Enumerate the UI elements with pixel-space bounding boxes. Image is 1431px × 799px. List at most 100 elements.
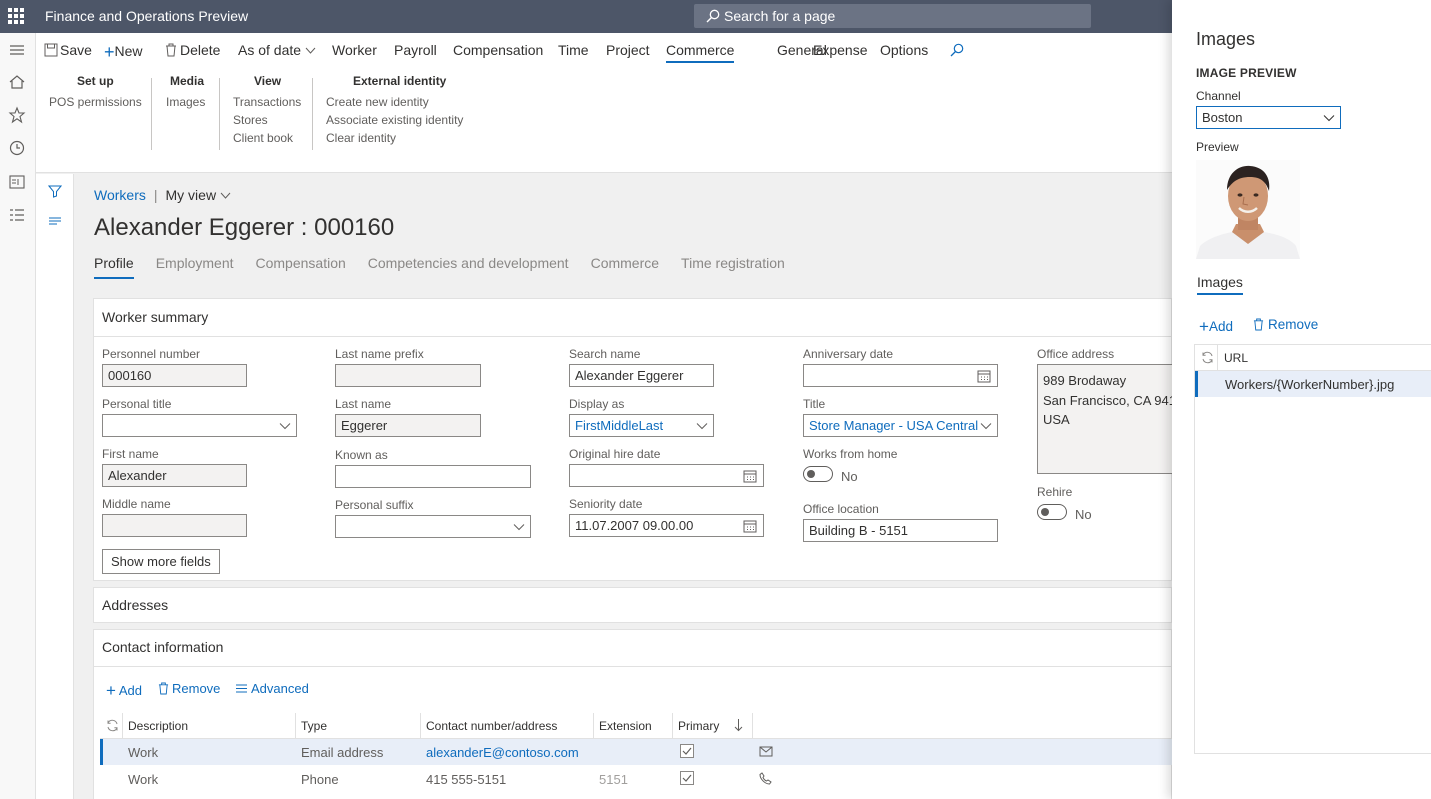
contact-remove-button[interactable]: Remove	[158, 681, 220, 696]
phone-icon[interactable]	[759, 772, 772, 785]
list-lines-icon[interactable]	[48, 214, 62, 228]
personnel-number-field[interactable]: 000160	[102, 364, 247, 387]
display-as-label: Display as	[569, 397, 625, 411]
works-from-home-toggle[interactable]	[803, 466, 833, 482]
star-favorites-icon[interactable]	[8, 106, 26, 124]
worker-summary-title[interactable]: Worker summary	[102, 309, 208, 325]
create-new-identity-link[interactable]: Create new identity	[326, 95, 429, 109]
row-contact-link[interactable]: alexanderE@contoso.com	[426, 745, 579, 760]
transactions-link[interactable]: Transactions	[233, 95, 301, 109]
column-header-type[interactable]: Type	[301, 719, 327, 733]
tab-compensation[interactable]: Compensation	[256, 255, 346, 277]
primary-checkbox[interactable]	[680, 744, 694, 758]
middle-name-field[interactable]	[102, 514, 247, 537]
table-row[interactable]: Work Phone 415 555-5151 5151	[100, 766, 1173, 792]
contact-information-title[interactable]: Contact information	[102, 639, 223, 655]
my-view-dropdown[interactable]: My view	[166, 187, 231, 203]
client-book-link[interactable]: Client book	[233, 131, 293, 145]
clock-recent-icon[interactable]	[8, 139, 26, 157]
action-tab-worker[interactable]: Worker	[332, 42, 377, 58]
refresh-icon[interactable]	[106, 719, 119, 732]
title-label: Title	[803, 397, 826, 411]
column-separator	[1217, 345, 1218, 371]
calendar-icon[interactable]	[743, 469, 757, 483]
tab-time-registration[interactable]: Time registration	[681, 255, 785, 277]
sort-descending-icon[interactable]	[734, 718, 743, 732]
column-header-contact[interactable]: Contact number/address	[426, 719, 557, 733]
chevron-down-icon	[220, 192, 231, 199]
personal-suffix-select[interactable]	[335, 515, 531, 538]
as-of-date-dropdown[interactable]: As of date	[238, 42, 316, 58]
tab-competencies[interactable]: Competencies and development	[368, 255, 569, 277]
seniority-date-value: 11.07.2007 09.00.00	[575, 518, 694, 533]
calendar-icon[interactable]	[743, 519, 757, 533]
addresses-title[interactable]: Addresses	[102, 597, 168, 613]
images-tab[interactable]: Images	[1197, 274, 1243, 295]
show-more-fields-button[interactable]: Show more fields	[102, 549, 220, 574]
search-icon[interactable]	[950, 43, 964, 57]
workspaces-icon[interactable]	[8, 173, 26, 191]
column-separator	[593, 713, 594, 739]
action-tab-options[interactable]: Options	[880, 42, 928, 58]
table-row[interactable]: Work Email address alexanderE@contoso.co…	[100, 739, 1173, 765]
seniority-date-field[interactable]: 11.07.2007 09.00.00	[569, 514, 764, 537]
clear-identity-link[interactable]: Clear identity	[326, 131, 396, 145]
last-name-field[interactable]: Eggerer	[335, 414, 481, 437]
tab-commerce[interactable]: Commerce	[591, 255, 659, 277]
image-url-row[interactable]: Workers/{WorkerNumber}.jpg	[1195, 371, 1431, 397]
breadcrumb-workers-link[interactable]: Workers	[94, 187, 146, 203]
display-as-select[interactable]: FirstMiddleLast	[569, 414, 714, 437]
image-remove-button[interactable]: Remove	[1253, 317, 1318, 332]
column-header-description[interactable]: Description	[128, 719, 188, 733]
tab-profile[interactable]: Profile	[94, 255, 134, 279]
title-select[interactable]: Store Manager - USA Central	[803, 414, 998, 437]
last-name-prefix-field[interactable]	[335, 364, 481, 387]
modules-list-icon[interactable]	[8, 206, 26, 224]
column-header-primary[interactable]: Primary	[678, 719, 719, 733]
contact-information-card: Contact information + Add Remove Advance…	[93, 629, 1173, 799]
save-button[interactable]: Save	[44, 42, 92, 58]
action-tab-payroll[interactable]: Payroll	[394, 42, 437, 58]
rehire-toggle[interactable]	[1037, 504, 1067, 520]
pos-permissions-link[interactable]: POS permissions	[49, 95, 142, 109]
images-link[interactable]: Images	[166, 95, 205, 109]
home-icon[interactable]	[8, 73, 26, 91]
search-name-field[interactable]: Alexander Eggerer	[569, 364, 714, 387]
stores-link[interactable]: Stores	[233, 113, 268, 127]
primary-checkbox[interactable]	[680, 771, 694, 785]
action-tab-time[interactable]: Time	[558, 42, 589, 58]
known-as-field[interactable]	[335, 465, 531, 488]
action-tab-commerce[interactable]: Commerce	[666, 42, 735, 63]
worker-photo-preview	[1196, 160, 1300, 259]
new-button[interactable]: +New	[104, 42, 143, 63]
channel-select[interactable]: Boston	[1196, 106, 1341, 129]
app-title[interactable]: Finance and Operations Preview	[45, 8, 248, 24]
calendar-icon[interactable]	[977, 369, 991, 383]
title-value: Store Manager - USA Central	[809, 418, 979, 433]
personal-title-select[interactable]	[102, 414, 297, 437]
original-hire-date-field[interactable]	[569, 464, 764, 487]
addresses-card[interactable]: Addresses	[93, 587, 1172, 623]
action-tab-compensation[interactable]: Compensation	[453, 42, 543, 58]
action-tab-project[interactable]: Project	[606, 42, 650, 58]
image-add-button[interactable]: +Add	[1199, 317, 1233, 337]
hamburger-menu-icon[interactable]	[8, 41, 26, 59]
column-header-url[interactable]: URL	[1224, 351, 1248, 365]
global-search[interactable]: Search for a page	[694, 4, 1091, 28]
delete-button[interactable]: Delete	[165, 42, 220, 58]
office-location-field[interactable]: Building B - 5151	[803, 519, 998, 542]
tab-employment[interactable]: Employment	[156, 255, 234, 277]
anniversary-date-field[interactable]	[803, 364, 998, 387]
first-name-field[interactable]: Alexander	[102, 464, 247, 487]
filter-icon[interactable]	[48, 184, 62, 198]
contact-add-button[interactable]: + Add	[106, 681, 142, 701]
rehire-value: No	[1075, 507, 1092, 522]
email-icon[interactable]	[759, 746, 773, 757]
associate-existing-identity-link[interactable]: Associate existing identity	[326, 113, 463, 127]
office-address-field[interactable]: 989 Brodaway San Francisco, CA 9411 USA	[1037, 364, 1173, 474]
contact-advanced-button[interactable]: Advanced	[235, 681, 309, 696]
app-launcher-icon[interactable]	[8, 8, 24, 24]
column-header-extension[interactable]: Extension	[599, 719, 652, 733]
refresh-icon[interactable]	[1201, 351, 1214, 364]
action-tab-expense[interactable]: Expense	[813, 42, 867, 58]
